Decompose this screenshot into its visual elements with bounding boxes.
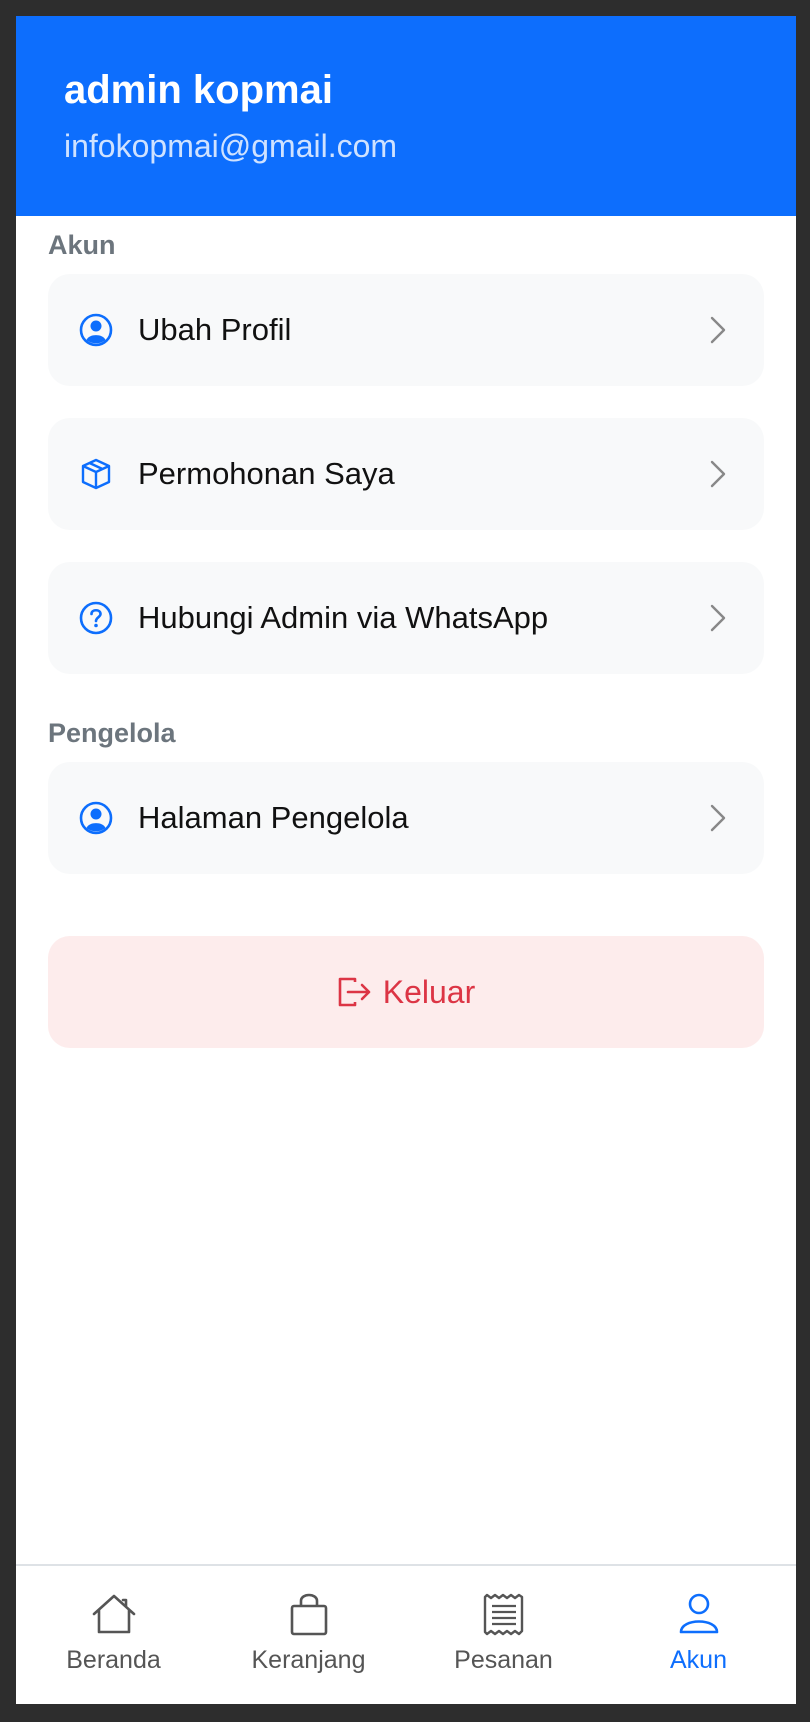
tab-keranjang[interactable]: Keranjang xyxy=(211,1566,406,1704)
user-circle-icon xyxy=(78,800,114,836)
menu-item-label: Hubungi Admin via WhatsApp xyxy=(138,600,549,635)
chevron-right-icon xyxy=(710,804,726,832)
chevron-right-icon xyxy=(710,316,726,344)
menu-item-label: Ubah Profil xyxy=(138,312,292,347)
menu-item-halaman-pengelola[interactable]: Halaman Pengelola xyxy=(48,762,764,874)
logout-label: Keluar xyxy=(382,973,476,1010)
bottom-tab-bar: Beranda Keranjang Pesanan Akun xyxy=(16,1564,796,1704)
menu-item-hubungi-admin[interactable]: Hubungi Admin via WhatsApp xyxy=(48,562,764,674)
user-email: infokopmai@gmail.com xyxy=(64,128,398,164)
tab-label: Beranda xyxy=(66,1646,161,1674)
tab-akun[interactable]: Akun xyxy=(601,1566,796,1704)
bag-icon xyxy=(290,1593,327,1636)
box-icon xyxy=(78,456,114,492)
receipt-icon xyxy=(483,1593,523,1636)
question-circle-icon xyxy=(78,600,114,636)
home-icon xyxy=(92,1594,135,1634)
menu-item-label: Permohonan Saya xyxy=(138,456,395,491)
logout-icon xyxy=(338,977,371,1007)
logout-button[interactable]: Keluar xyxy=(48,936,764,1048)
user-name: admin kopmai xyxy=(64,68,333,112)
user-circle-icon xyxy=(78,312,114,348)
section-title-akun: Akun xyxy=(48,230,116,260)
app-screen: admin kopmai infokopmai@gmail.com Akun U… xyxy=(16,16,796,1704)
chevron-right-icon xyxy=(710,604,726,632)
profile-header: admin kopmai infokopmai@gmail.com xyxy=(16,16,796,216)
tab-beranda[interactable]: Beranda xyxy=(16,1566,211,1704)
menu-item-ubah-profil[interactable]: Ubah Profil xyxy=(48,274,764,386)
menu-item-permohonan-saya[interactable]: Permohonan Saya xyxy=(48,418,764,530)
chevron-right-icon xyxy=(710,460,726,488)
menu-item-label: Halaman Pengelola xyxy=(138,800,409,835)
tab-pesanan[interactable]: Pesanan xyxy=(406,1566,601,1704)
tab-label: Keranjang xyxy=(251,1646,366,1674)
tab-label: Akun xyxy=(670,1646,727,1674)
person-icon xyxy=(679,1593,718,1634)
section-title-pengelola: Pengelola xyxy=(48,718,176,748)
tab-label: Pesanan xyxy=(454,1646,553,1674)
